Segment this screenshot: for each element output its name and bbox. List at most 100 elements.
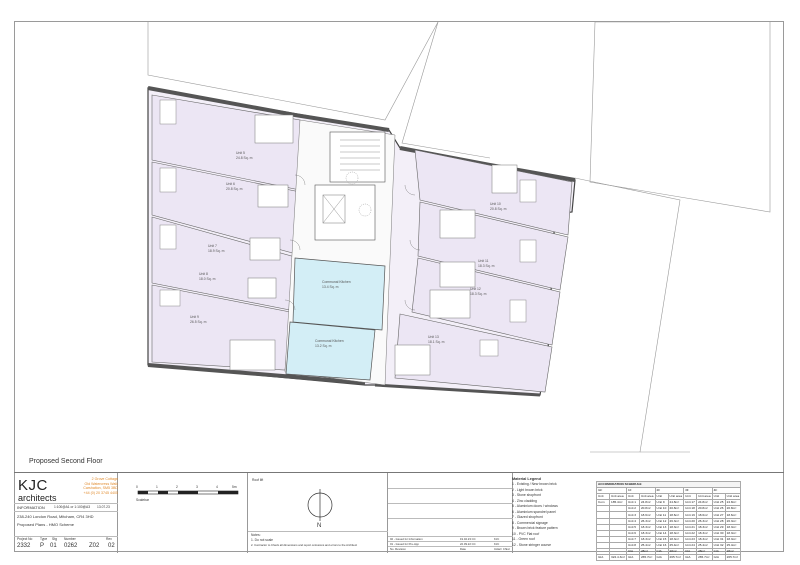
ref-header: Type (40, 537, 48, 541)
room-label: Unit 9 (190, 315, 199, 319)
ref-header: Number (64, 537, 76, 541)
schedule-cell: Unit 24 (683, 541, 698, 550)
office-address: 2 Grove Cottage Old Watercress Walk Cars… (83, 477, 118, 495)
architect-panel: KJC architects 2 Grove Cottage Old Water… (14, 473, 118, 553)
revisions-panel: 02 - Issued for Information 19.02.23 CC … (388, 473, 513, 553)
drawing-sheet: Unit 5 24.8 Sq. m Unit 6 20.8 Sq. m Unit… (0, 0, 800, 565)
revision-row: 02 - Issued for Information (390, 537, 423, 541)
floor-plan: Unit 5 24.8 Sq. m Unit 6 20.8 Sq. m Unit… (147, 21, 771, 453)
room-label: 13.2 Sq. m (315, 344, 332, 348)
north-label: N (317, 523, 322, 529)
schedule-cell: Unit 23 (683, 535, 698, 543)
revision-row: 01 - Issued for Pre-App (390, 542, 419, 546)
scales: 1:100@A1 or 1:100@A3 (54, 505, 91, 509)
room-label: Unit 12 (470, 287, 481, 291)
drawing-stage: 01 (50, 543, 57, 549)
room-label: 20.8 Sq. m (226, 187, 243, 191)
revision-number: 02 (108, 543, 115, 549)
room-label: Unit 8 (199, 272, 208, 276)
schedule-cell: Unit 28 (711, 517, 726, 525)
accommodation-schedule: ACCOMODATION SCHEDULE GF 1F 2F 3F 4F Uni… (595, 480, 742, 562)
drawing-number: 0262 (64, 543, 78, 549)
legend-item: 11 - Green roof (512, 537, 535, 541)
schedule-cell: 265.7m² (638, 554, 656, 562)
scalebar-tick: 5m (232, 485, 237, 489)
legend-item: 7 - Glazed shopfront (512, 515, 543, 519)
schedule-row: GIA 322.4.3m² GIA 265.7m² GIA 265.7m² GIA 265.7… (596, 554, 742, 562)
legend-item: 1 - Existing / New brown brick (512, 482, 557, 486)
notes-title: Notes: (251, 533, 261, 537)
room-label: Unit 7 (208, 244, 217, 248)
room-label: 18.1 Sq. m (428, 340, 445, 344)
legend-item: 2 - Light brown brick (512, 487, 543, 492)
room-label: 24.8 Sq. m (236, 156, 253, 160)
divider (14, 503, 118, 504)
schedule-cell: GIA (683, 554, 698, 562)
schedule-cell: Unit 12 (654, 517, 669, 525)
roof-label: Roof lift (252, 478, 264, 482)
divider (248, 531, 388, 532)
ref-header: Project No (17, 537, 33, 541)
schedule-cell: GIA (596, 554, 610, 562)
legend-item: 6 - Aluminium spandrel panel (512, 509, 556, 514)
scalebar (137, 490, 239, 495)
schedule-cell: Unit 31 (711, 535, 726, 543)
scalebar-tick: 0 (136, 485, 138, 489)
schedule-cell: Unit 14 (654, 529, 669, 537)
schedule-cell: Unit 26 (711, 505, 726, 513)
scalebar-panel: 0 1 2 3 4 5m Scalebar (118, 473, 248, 553)
scalebar-tick: 3 (196, 485, 198, 489)
schedule-cell: Unit 25 (711, 499, 726, 507)
schedule-column-header: Unit area (667, 493, 685, 501)
schedule-cell: GIA (711, 554, 726, 562)
legend-item: 4 - Zinc cladding (512, 498, 537, 503)
material-legend-title: Material Legend (512, 477, 541, 481)
room-label: 18.3 Sq. m (470, 292, 487, 296)
schedule-cell: Unit 16 (654, 541, 669, 550)
room-label: 13.4 Sq. m (322, 285, 339, 289)
schedule-cell: Unit 19 (683, 511, 698, 519)
schedule-cell: Unit 27 (711, 511, 726, 519)
schedule-cell: Unit 13 (654, 523, 669, 531)
schedule-cell: 265.7m² (667, 554, 685, 562)
revision-header: No. Revision (390, 547, 406, 551)
ref-header: Stg (52, 537, 57, 541)
legend-item: 3 - Stone shopfront (512, 493, 541, 497)
schedule-cell: Unit 29 (711, 523, 726, 531)
schedule-cell: GIA (625, 554, 640, 562)
room-label: Unit 11 (478, 259, 489, 263)
scalebar-tick: 2 (176, 485, 178, 489)
room-label: Communal Kitchen (315, 339, 344, 343)
schedule-column-header: Unit area (724, 493, 742, 501)
revision-date: 22.09.22 CC (460, 542, 476, 546)
revision-date: 19.02.23 CC (460, 537, 476, 541)
company-logo: KJC (18, 477, 48, 494)
company-logo-sub: architects (18, 493, 57, 503)
divider (388, 518, 513, 519)
scalebar-tick: 1 (156, 485, 158, 489)
room-label: Communal Kitchen (322, 280, 351, 284)
revision-header: Date (460, 547, 466, 551)
schedule-cell: Unit 20 (683, 517, 698, 525)
schedule-cell: 322.4.3m² (609, 554, 627, 562)
revision-by: KJC (494, 537, 500, 541)
schedule-cell: Unit 21 (683, 523, 698, 531)
schedule-cell: GIA (654, 554, 669, 562)
schedule-cell: Unit 22 (683, 529, 698, 537)
room-label: Unit 6 (226, 182, 235, 186)
note-item: 2. Contractor to Check all dimensions an… (251, 543, 358, 547)
notes-panel: Roof lift N Notes: 1. Do not scale 2. Co… (248, 473, 388, 553)
divider (388, 488, 513, 489)
ref-header: Rev (106, 537, 112, 541)
legend-item: 10 - PVC Flat roof (512, 531, 540, 536)
room-label: 20.8 Sq. m (490, 207, 507, 211)
legend-item: 8 - Commercial signage (512, 520, 548, 525)
schedule-cell: Unit 30 (711, 529, 726, 537)
schedule-cell: 265.7m² (696, 554, 713, 562)
revision-by: KJC (494, 542, 500, 546)
divider (388, 503, 513, 504)
room-label: 18.3 Sq. m (478, 264, 495, 268)
drawing-title: Proposed Plans - HMO Scheme (17, 522, 74, 527)
room-label: Unit 5 (236, 151, 245, 155)
communal-kitchens (285, 257, 386, 381)
